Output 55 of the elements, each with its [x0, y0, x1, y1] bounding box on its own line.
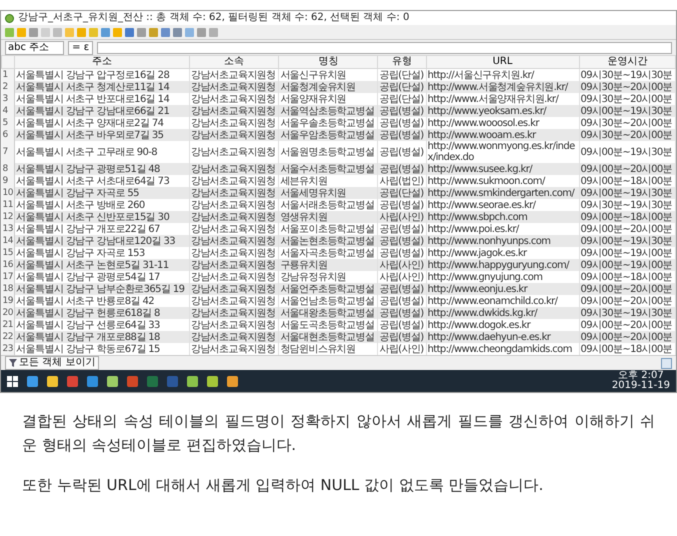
row-number[interactable]: 6 — [2, 129, 15, 141]
table-cell: 사립(사인) — [378, 343, 426, 355]
column-header[interactable]: 주소 — [14, 56, 190, 68]
column-header[interactable]: 소속 — [189, 56, 279, 68]
table-cell: http://www.cheongdamkids.com — [426, 343, 580, 355]
row-number[interactable]: 14 — [2, 235, 15, 247]
row-number[interactable]: 18 — [2, 283, 15, 295]
operator-dropdown[interactable]: = ε — [68, 40, 94, 54]
clock-date: 2019-11-19 — [612, 381, 670, 391]
row-number[interactable]: 21 — [2, 319, 15, 331]
row-number[interactable]: 12 — [2, 211, 15, 223]
app-icon[interactable] — [87, 376, 98, 386]
column-header[interactable]: 운영시간 — [579, 56, 676, 68]
row-number[interactable]: 16 — [2, 259, 15, 271]
clock-time: 오후 2:07 — [618, 371, 664, 381]
paragraph: 결합된 상태의 속성 테이블의 필드명이 정확하지 않아서 새롭게 필드를 갱신하여 이해하기 쉬운 형태의 속성테이블로 편집하였습니다. — [22, 411, 655, 456]
row-number[interactable]: 8 — [2, 163, 15, 175]
row-number[interactable]: 1 — [2, 68, 15, 81]
field-dropdown[interactable]: abc 주소 — [5, 40, 64, 54]
window-title: 강남구_서초구_유치원_전산 :: 총 객체 수: 62, 필터링된 객체 수: 62, 선택된 객체 수: 0 — [18, 12, 410, 24]
row-number[interactable]: 7 — [2, 141, 15, 163]
table-cell: 서울특별시 강남구 학동로67길 15 — [14, 343, 190, 355]
row-number[interactable]: 10 — [2, 187, 15, 199]
table-view-icon[interactable] — [661, 358, 672, 368]
app-icon[interactable] — [207, 376, 218, 386]
show-all-features-button[interactable]: 모든 객체 보이기 — [5, 356, 100, 370]
row-number[interactable]: 9 — [2, 175, 15, 187]
expression-field[interactable] — [97, 42, 672, 54]
row-number[interactable]: 3 — [2, 93, 15, 105]
paragraph: 또한 누락된 URL에 대해서 새롭게 입력하여 NULL 값이 없도록 만들었습니다. — [22, 475, 544, 496]
table-cell: 청담윈비스유치원 — [278, 343, 378, 355]
filter-icon — [9, 359, 17, 367]
column-header[interactable]: 명칭 — [278, 56, 378, 68]
row-number[interactable]: 17 — [2, 271, 15, 283]
app-icon[interactable] — [47, 376, 58, 386]
row-number[interactable]: 19 — [2, 295, 15, 307]
row-number[interactable]: 22 — [2, 331, 15, 343]
row-number[interactable]: 23 — [2, 343, 15, 355]
row-number[interactable]: 11 — [2, 199, 15, 211]
row-number[interactable]: 5 — [2, 117, 15, 129]
table-cell: 09시00분~18시00분 — [579, 343, 676, 355]
app-icon[interactable] — [227, 376, 238, 386]
row-number[interactable]: 4 — [2, 105, 15, 117]
row-number[interactable]: 2 — [2, 81, 15, 93]
app-icon[interactable] — [107, 376, 118, 386]
app-icon[interactable] — [187, 376, 198, 386]
windows-start-icon[interactable] — [7, 376, 18, 386]
app-icon — [5, 14, 14, 22]
app-icon[interactable] — [27, 376, 38, 386]
column-header[interactable]: 유형 — [378, 56, 426, 68]
column-header[interactable]: URL — [426, 56, 580, 68]
row-number[interactable]: 20 — [2, 307, 15, 319]
table-cell: 강남서초교육지원청 — [189, 343, 279, 355]
row-number[interactable]: 13 — [2, 223, 15, 235]
row-number[interactable]: 15 — [2, 247, 15, 259]
